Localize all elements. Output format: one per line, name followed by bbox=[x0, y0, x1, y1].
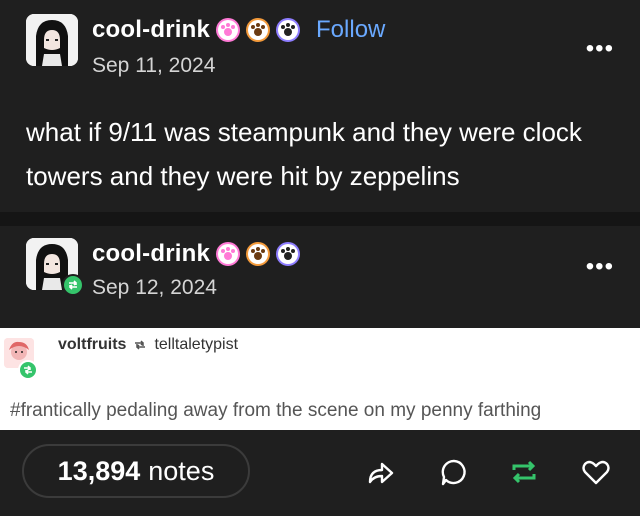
post-username[interactable]: cool-drink bbox=[92, 16, 210, 44]
notes-button[interactable]: 13,894 notes bbox=[22, 444, 250, 498]
reblog-header: cool-drink Sep 12, 2024 ••• bbox=[0, 226, 640, 316]
reblog-user-line: cool-drink bbox=[92, 240, 301, 268]
paw-badge-orange-icon bbox=[246, 18, 271, 42]
quoted-to-user[interactable]: telltaletypist bbox=[154, 336, 238, 354]
follow-button[interactable]: Follow bbox=[316, 16, 385, 44]
post-date: Sep 11, 2024 bbox=[92, 54, 216, 77]
post-user-line: cool-drink Follow bbox=[92, 16, 385, 44]
avatar[interactable] bbox=[26, 14, 78, 66]
reply-icon[interactable] bbox=[438, 456, 470, 488]
quoted-reblog-section: voltfruits telltaletypist #frantically p… bbox=[0, 328, 640, 430]
avatar-image bbox=[26, 14, 78, 66]
hashtag-text[interactable]: #frantically pedaling away from the scen… bbox=[10, 400, 541, 422]
reblog-indicator-icon bbox=[62, 274, 84, 296]
paw-badge-pink-icon bbox=[216, 242, 241, 266]
reblog-username[interactable]: cool-drink bbox=[92, 240, 210, 268]
paw-badge-orange-icon bbox=[246, 242, 271, 266]
quoted-from-user[interactable]: voltfruits bbox=[58, 336, 126, 354]
notes-label: notes bbox=[148, 455, 215, 486]
more-options-icon[interactable]: ••• bbox=[586, 37, 614, 61]
paw-badge-purple-icon bbox=[276, 242, 301, 266]
post-body-text: what if 9/11 was steampunk and they were… bbox=[26, 117, 582, 191]
notes-count: 13,894 bbox=[57, 455, 141, 486]
reblog-more-options-icon[interactable]: ••• bbox=[586, 255, 614, 279]
share-icon[interactable] bbox=[364, 456, 396, 488]
quoted-reblog-indicator-icon bbox=[18, 360, 38, 380]
quoted-user-line: voltfruits telltaletypist bbox=[58, 336, 238, 354]
heart-icon[interactable] bbox=[580, 456, 612, 488]
paw-badge-purple-icon bbox=[276, 18, 301, 42]
post-header: cool-drink Follow Sep 11, 2024 ••• bbox=[0, 0, 640, 90]
reblog-icon[interactable] bbox=[508, 456, 540, 488]
post-divider bbox=[0, 212, 640, 226]
paw-badge-pink-icon bbox=[216, 18, 241, 42]
reblog-arrow-icon bbox=[132, 337, 148, 353]
post-footer: 13,894 notes bbox=[0, 430, 640, 516]
reblog-date: Sep 12, 2024 bbox=[92, 276, 217, 299]
